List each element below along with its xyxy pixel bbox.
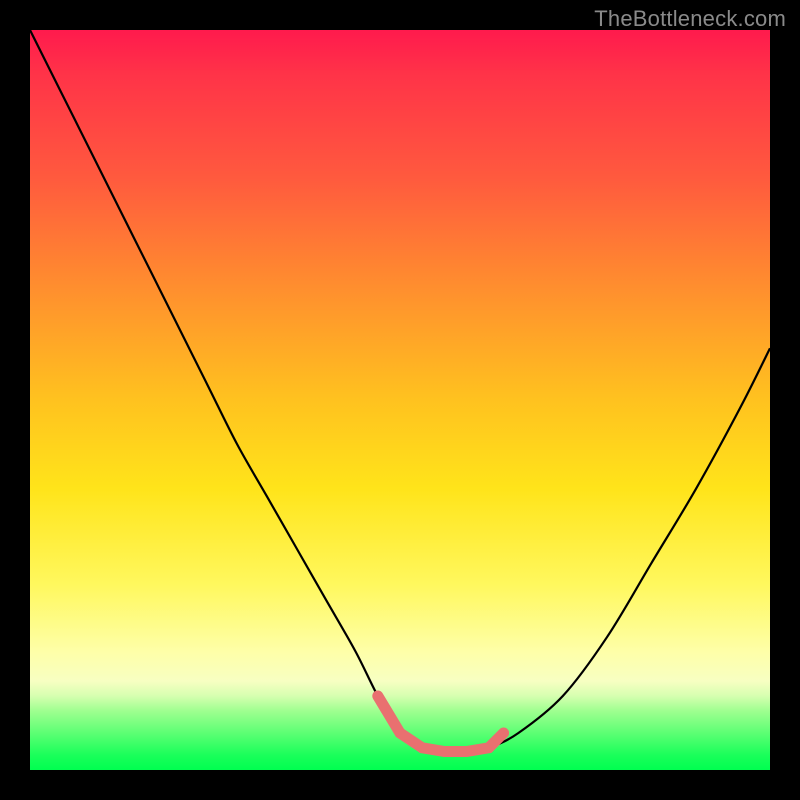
highlighted-points: [378, 696, 504, 752]
plot-area: [30, 30, 770, 770]
chart-frame: TheBottleneck.com: [0, 0, 800, 800]
bottleneck-curve: [30, 30, 770, 752]
curve-layer: [30, 30, 770, 770]
attribution-text: TheBottleneck.com: [594, 6, 786, 32]
